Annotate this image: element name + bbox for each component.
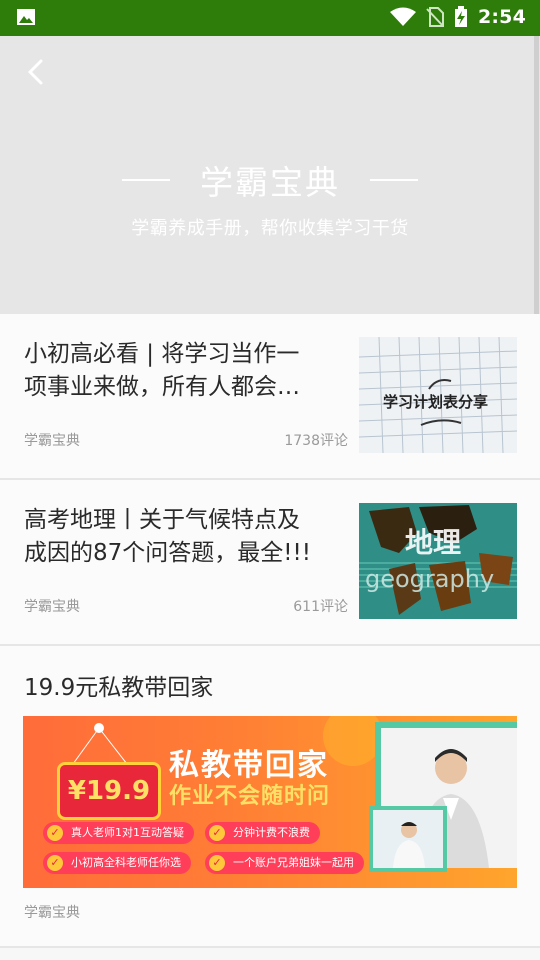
gallery-notification-icon (17, 9, 35, 25)
article-item[interactable]: 小初高必看 | 将学习当作一 项事业来做，所有人都会… 学霸宝典 1738评论 … (0, 314, 540, 480)
check-icon: ✓ (47, 825, 63, 841)
article-title-line: 小初高必看 | 将学习当作一 (24, 341, 300, 367)
header-banner: 学霸宝典 学霸养成手册，帮你收集学习干货 (0, 36, 540, 314)
check-icon: ✓ (209, 855, 225, 871)
title-dash-right (370, 179, 418, 181)
thumbnail-text: geography (365, 565, 495, 593)
banner-feature: ✓ 真人老师1对1互动答疑 (43, 822, 194, 844)
article-thumbnail: 地理 geography (359, 503, 517, 619)
page-subtitle: 学霸养成手册，帮你收集学习干货 (131, 218, 409, 239)
article-thumbnail: 学习计划表分享 (359, 337, 517, 453)
battery-charging-icon (454, 6, 467, 27)
banner-subheadline: 作业不会随时问 (169, 784, 331, 809)
banner-feature: ✓ 分钟计费不浪费 (205, 822, 320, 844)
article-comments: 611评论 (293, 599, 348, 615)
thumbnail-text: 地理 (405, 526, 462, 559)
student-image (373, 810, 443, 868)
article-title-line: 项事业来做，所有人都会… (24, 374, 300, 400)
status-time: 2:54 (477, 6, 526, 28)
article-comments: 1738评论 (284, 433, 348, 449)
banner-price: ¥19.9 (57, 762, 161, 820)
article-title: 小初高必看 | 将学习当作一 项事业来做，所有人都会… (24, 338, 344, 404)
article-item[interactable]: 高考地理丨关于气候特点及 成因的87个问答题，最全!!! 学霸宝典 611评论 … (0, 480, 540, 646)
banner-feature: ✓ 小初高全科老师任你选 (43, 852, 191, 874)
check-icon: ✓ (209, 825, 225, 841)
title-dash-left (122, 179, 170, 181)
ad-banner[interactable]: ¥19.9 私教带回家 作业不会随时问 ✓ 真人老师1对1互动答疑 ✓ 分钟计费… (23, 716, 517, 888)
banner-feature: ✓ 一个账户兄弟姐妹一起用 (205, 852, 364, 874)
article-title: 高考地理丨关于气候特点及 成因的87个问答题，最全!!! (24, 504, 344, 570)
article-title: 19.9元私教带回家 (24, 675, 214, 701)
article-source: 学霸宝典 (24, 905, 80, 921)
back-icon[interactable] (24, 58, 48, 86)
check-icon: ✓ (47, 855, 63, 871)
banner-feature-text: 真人老师1对1互动答疑 (71, 826, 184, 839)
banner-feature-text: 分钟计费不浪费 (233, 826, 310, 839)
wifi-icon (389, 7, 416, 26)
article-source: 学霸宝典 (24, 433, 80, 449)
status-bar: 2:54 (0, 0, 540, 36)
no-sim-icon (426, 7, 444, 27)
title-row: 学霸宝典 (0, 158, 540, 202)
banner-feature-text: 小初高全科老师任你选 (71, 856, 181, 869)
banner-feature-text: 一个账户兄弟姐妹一起用 (233, 856, 354, 869)
thumbnail-text: 学习计划表分享 (383, 393, 489, 411)
article-title-line: 高考地理丨关于气候特点及 (24, 507, 300, 533)
student-photo (369, 806, 447, 872)
article-title-line: 成因的87个问答题，最全!!! (24, 540, 311, 566)
article-source: 学霸宝典 (24, 599, 80, 615)
page-title: 学霸宝典 (200, 163, 340, 202)
